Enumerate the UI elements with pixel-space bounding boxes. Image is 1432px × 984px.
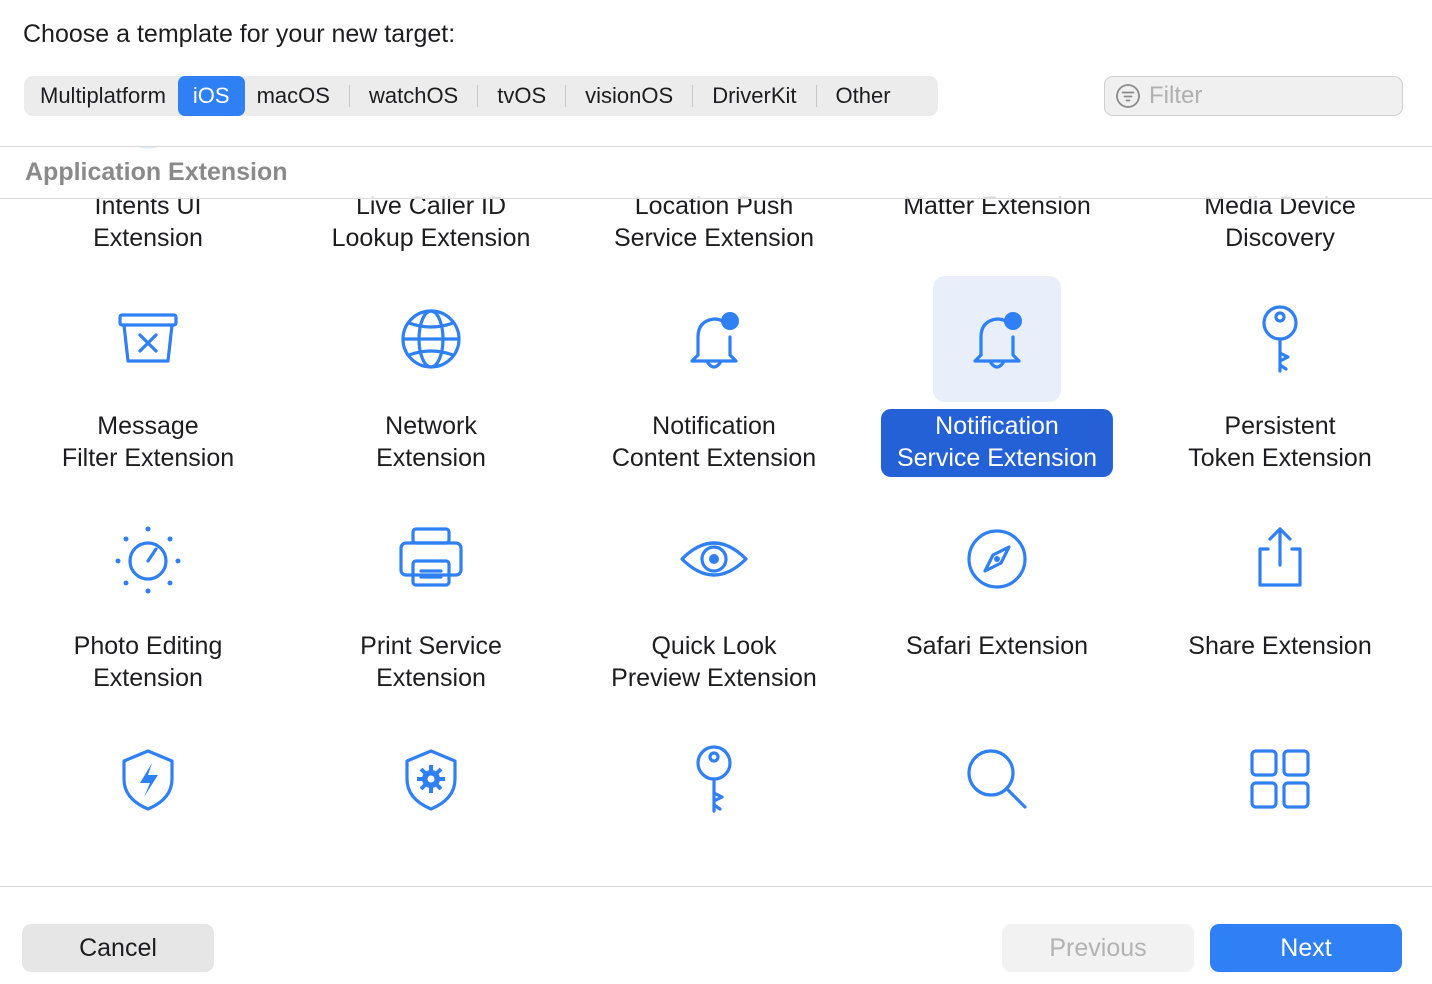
- template-label-line: Discovery: [1225, 224, 1335, 252]
- eye-icon: [680, 541, 748, 577]
- template-label: Media Device Discovery: [1188, 189, 1371, 257]
- template-label-line: Print Service: [360, 632, 502, 660]
- filter-field[interactable]: [1104, 76, 1403, 116]
- share-icon: [1258, 527, 1302, 587]
- template-icon-box: [933, 496, 1061, 622]
- shield-gear-icon: [405, 749, 457, 811]
- template-icon-box: [650, 276, 778, 402]
- shield-bolt-icon: [122, 749, 174, 811]
- tab-separator: [348, 85, 350, 107]
- grid-icon: [1250, 749, 1310, 809]
- key-icon: [696, 745, 732, 813]
- template-icon-box: [933, 276, 1061, 402]
- template-label: Notification Service Extension: [880, 409, 1114, 477]
- template-label: Safari Extension: [890, 629, 1104, 665]
- template-label-line: Share Extension: [1188, 632, 1372, 660]
- tab-separator: [692, 85, 694, 107]
- tab-visionos[interactable]: visionOS: [573, 76, 685, 116]
- template-icon-box: [367, 716, 495, 842]
- section-header: Application Extension: [0, 147, 1432, 199]
- magnifier-icon: [967, 749, 1027, 809]
- tab-driverkit[interactable]: DriverKit: [700, 76, 808, 116]
- template-label-line: Preview Extension: [611, 664, 817, 692]
- template-icon-box: [1216, 496, 1344, 622]
- template-label: Photo Editing Extension: [58, 629, 239, 697]
- template-label-line: Extension: [376, 444, 486, 472]
- template-label-line: Persistent: [1224, 412, 1336, 440]
- template-label: Share Extension: [1172, 629, 1387, 665]
- platform-segmented-control: Multiplatform iOS macOS watchOS tvOS visionOS…: [24, 76, 938, 116]
- tab-watchos[interactable]: watchOS: [357, 76, 470, 116]
- filter-icon: [1116, 84, 1140, 108]
- globe-icon: [401, 309, 461, 369]
- tab-separator: [815, 85, 817, 107]
- divider: [0, 886, 1432, 887]
- template-label: Message Filter Extension: [46, 409, 250, 477]
- template-icon-box: [1216, 716, 1344, 842]
- printer-icon: [399, 527, 463, 587]
- template-label-line: Notification: [935, 412, 1059, 440]
- template-label: Notification Content Extension: [596, 409, 832, 477]
- template-label-line: Lookup Extension: [331, 224, 531, 252]
- tab-macos[interactable]: macOS: [245, 76, 342, 116]
- template-icon-box: [84, 276, 212, 402]
- key-icon: [1262, 305, 1298, 373]
- template-label-line: Quick Look: [651, 632, 777, 660]
- template-icon-box: [84, 716, 212, 842]
- template-label-line: Message: [97, 412, 199, 440]
- template-label: Print Service Extension: [344, 629, 518, 697]
- template-icon-box: [1216, 276, 1344, 402]
- template-label-line: Notification: [652, 412, 776, 440]
- dialog-heading: Choose a template for your new target:: [23, 20, 456, 48]
- template-label-line: Content Extension: [611, 444, 817, 472]
- cancel-button[interactable]: Cancel: [22, 924, 214, 972]
- tab-ios[interactable]: iOS: [177, 76, 245, 116]
- template-label-line: Filter Extension: [61, 444, 235, 472]
- tab-tvos[interactable]: tvOS: [485, 76, 558, 116]
- template-icon-box: [84, 496, 212, 622]
- template-icon-box: [367, 496, 495, 622]
- tab-multiplatform[interactable]: Multiplatform: [28, 76, 178, 116]
- template-label-line: Photo Editing: [73, 632, 223, 660]
- template-label: Quick Look Preview Extension: [595, 629, 833, 697]
- template-label: Network Extension: [360, 409, 502, 477]
- template-label-line: Extension: [376, 664, 486, 692]
- message-filter-icon: [118, 313, 178, 363]
- compass-icon: [967, 529, 1027, 589]
- template-label-line: Network: [385, 412, 477, 440]
- previous-button[interactable]: Previous: [1002, 924, 1194, 972]
- section-title: Application Extension: [25, 158, 288, 186]
- template-label-line: Service Extension: [613, 224, 815, 252]
- bell-badge-icon: [973, 312, 1022, 369]
- template-label-line: Extension: [93, 664, 203, 692]
- template-icon-box: [367, 276, 495, 402]
- template-label: Location Push Service Extension: [598, 189, 830, 257]
- template-label-line: Extension: [93, 224, 203, 252]
- photo-editing-icon: [115, 526, 181, 594]
- template-scroll-area[interactable]: Intents UI Extension Live Caller ID Lookup …: [0, 147, 1432, 886]
- template-label: Persistent Token Extension: [1172, 409, 1387, 477]
- template-label-line: Safari Extension: [905, 632, 1089, 660]
- template-icon-box: [650, 716, 778, 842]
- template-label: Live Caller ID Lookup Extension: [316, 189, 547, 257]
- bell-badge-icon: [690, 312, 739, 369]
- filter-input[interactable]: [1149, 82, 1389, 110]
- next-button[interactable]: Next: [1210, 924, 1402, 972]
- template-label: Intents UI Extension: [77, 189, 219, 257]
- template-icon-box: [650, 496, 778, 622]
- tab-other[interactable]: Other: [824, 76, 903, 116]
- template-icon-box: [933, 716, 1061, 842]
- tab-separator: [565, 85, 567, 107]
- template-label-line: Token Extension: [1188, 444, 1372, 472]
- template-label-line: Service Extension: [896, 444, 1098, 472]
- tab-separator: [477, 85, 479, 107]
